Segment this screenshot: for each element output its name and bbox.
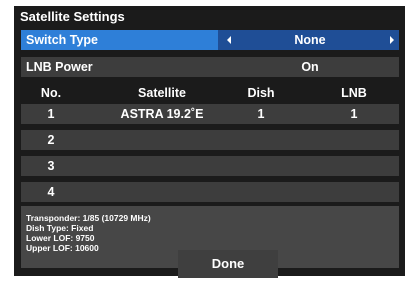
row-dish: 1 [257,107,265,121]
lnb-power-label: LNB Power [26,60,93,74]
row-no: 2 [47,133,55,147]
header-satellite: Satellite [138,86,186,100]
table-row[interactable]: 1 ASTRA 19.2˚E 1 1 [21,104,399,124]
table-row[interactable]: 3 [21,156,399,176]
row-lnb: 1 [350,107,358,121]
done-button[interactable]: Done [178,250,278,278]
lnb-power-value: On [301,60,319,74]
table-row[interactable]: 2 [21,130,399,150]
row-no: 3 [47,159,55,173]
row-no: 1 [47,107,55,121]
switch-type-row[interactable]: Switch Type None [21,30,399,50]
transponder-text: Transponder: 1/85 (10729 MHz) [26,213,151,223]
lnb-power-row[interactable]: LNB Power On [21,57,399,77]
page-title: Satellite Settings [20,9,125,24]
row-satellite: ASTRA 19.2˚E [120,107,204,121]
switch-type-value: None [294,33,326,47]
header-no: No. [40,86,62,100]
row-no: 4 [47,185,55,199]
dish-type-text: Dish Type: Fixed [26,223,94,233]
table-row[interactable]: 4 [21,182,399,202]
header-dish: Dish [247,86,275,100]
satellite-settings-panel: Satellite Settings Switch Type None LNB … [14,6,405,278]
switch-type-label: Switch Type [26,33,99,47]
lower-lof-text: Lower LOF: 9750 [26,233,95,243]
header-lnb: LNB [341,86,367,100]
right-arrow-icon[interactable] [390,36,394,44]
